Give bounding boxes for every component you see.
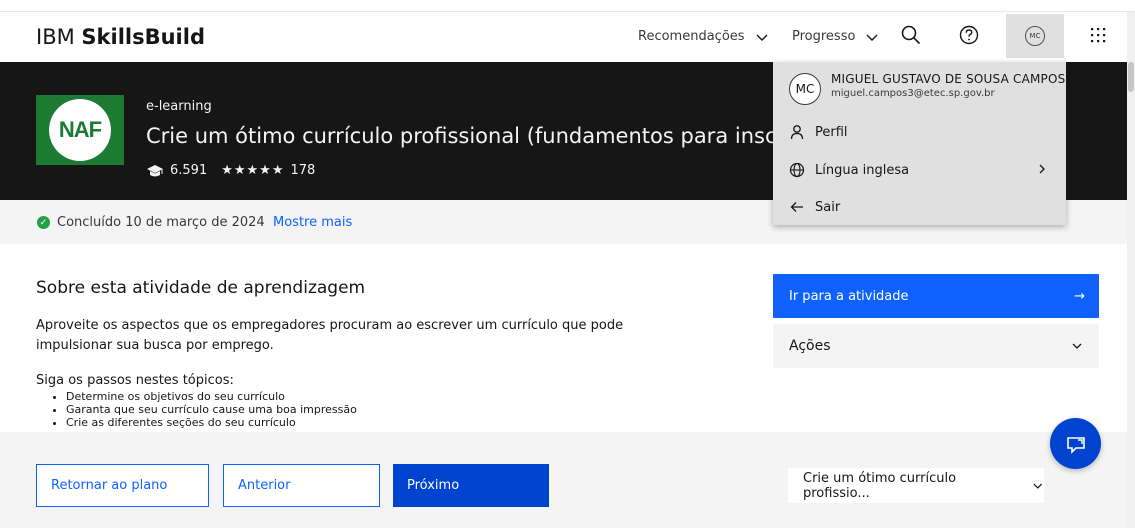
actions-dropdown[interactable]: Ações bbox=[773, 324, 1099, 368]
checkmark-icon: ✓ bbox=[37, 216, 50, 229]
previous-label: Anterior bbox=[238, 478, 291, 493]
next-button[interactable]: Próximo bbox=[393, 464, 549, 507]
chat-icon bbox=[1066, 436, 1085, 454]
brand-ibm: IBM bbox=[36, 25, 82, 49]
menu-item-language-label: Língua inglesa bbox=[815, 162, 910, 178]
chevron-right-icon bbox=[1039, 164, 1045, 174]
course-logo-circle: NAF bbox=[49, 99, 111, 161]
chevron-down-icon bbox=[756, 34, 768, 41]
nav-recomendacoes-label: Recomendações bbox=[638, 29, 745, 44]
profile-avatar: MC bbox=[789, 73, 821, 105]
chat-button[interactable] bbox=[1050, 418, 1101, 469]
about-heading: Sobre esta atividade de aprendizagem bbox=[36, 278, 366, 298]
search-icon[interactable] bbox=[900, 24, 922, 46]
course-select-value: Crie um ótimo currículo profissio... bbox=[803, 470, 957, 501]
course-title: Crie um ótimo currículo profissional (fu… bbox=[146, 124, 774, 148]
course-type: e-learning bbox=[146, 99, 212, 114]
menu-item-sair-label: Sair bbox=[815, 199, 841, 215]
app-switcher-icon[interactable] bbox=[1089, 26, 1107, 44]
profile-name: MIGUEL GUSTAVO DE SOUSA CAMPOS bbox=[831, 72, 1066, 86]
next-label: Próximo bbox=[407, 478, 460, 493]
arrow-left-icon bbox=[790, 202, 803, 212]
completion-date: Concluído 10 de março de 2024 bbox=[57, 215, 265, 230]
profile-email: miguel.campos3@etec.sp.gov.br bbox=[831, 88, 995, 99]
chevron-down-icon bbox=[1033, 483, 1043, 489]
list-item: Crie as diferentes seções do seu currícu… bbox=[66, 416, 357, 429]
go-to-activity-button[interactable]: Ir para a atividade → bbox=[773, 274, 1099, 318]
arrow-right-icon: → bbox=[1074, 288, 1085, 304]
graduation-cap-icon bbox=[147, 164, 163, 176]
course-meta: 6.591 ★★★★★ 178 bbox=[146, 163, 315, 178]
previous-button[interactable]: Anterior bbox=[223, 464, 380, 507]
chevron-down-icon bbox=[1072, 343, 1082, 349]
avatar-initials: MC bbox=[1025, 26, 1045, 46]
nav-recomendacoes[interactable]: Recomendações bbox=[638, 29, 769, 44]
brand-skillsbuild: SkillsBuild bbox=[81, 25, 205, 49]
chevron-down-icon bbox=[866, 34, 878, 41]
return-to-plan-label: Retornar ao plano bbox=[51, 478, 168, 493]
steps-heading: Siga os passos nestes tópicos: bbox=[36, 373, 234, 388]
user-icon bbox=[790, 125, 804, 140]
about-paragraph: Aproveite os aspectos que os empregadore… bbox=[36, 318, 624, 353]
menu-item-perfil[interactable]: Perfil bbox=[789, 124, 848, 140]
menu-item-perfil-label: Perfil bbox=[815, 124, 848, 140]
help-icon[interactable] bbox=[958, 24, 980, 46]
return-to-plan-button[interactable]: Retornar ao plano bbox=[36, 464, 209, 507]
brand-logo[interactable]: IBM SkillsBuild bbox=[36, 25, 205, 49]
show-more-link[interactable]: Mostre mais bbox=[273, 215, 352, 230]
menu-item-sair[interactable]: Sair bbox=[789, 199, 840, 215]
actions-label: Ações bbox=[789, 338, 831, 354]
scrollbar-thumb[interactable] bbox=[1128, 62, 1134, 92]
user-avatar-button[interactable]: MC bbox=[1006, 14, 1064, 58]
course-logo: NAF bbox=[36, 95, 124, 165]
course-select-dropdown[interactable]: Crie um ótimo currículo profissio... bbox=[788, 468, 1044, 503]
list-item: Determine os objetivos do seu currículo bbox=[66, 390, 357, 403]
menu-item-language[interactable]: Língua inglesa bbox=[789, 162, 909, 178]
list-item: Garanta que seu currículo cause uma boa … bbox=[66, 403, 357, 416]
steps-list: Determine os objetivos do seu currículo … bbox=[60, 390, 357, 429]
rating-stars: ★★★★★ bbox=[221, 163, 285, 178]
rating-count: 178 bbox=[290, 163, 316, 178]
course-logo-text: NAF bbox=[58, 117, 102, 142]
header-divider bbox=[0, 11, 1135, 12]
nav-progresso-label: Progresso bbox=[792, 29, 856, 44]
go-to-activity-label: Ir para a atividade bbox=[789, 288, 909, 304]
globe-icon bbox=[789, 162, 805, 178]
learner-count: 6.591 bbox=[170, 163, 208, 178]
nav-progresso[interactable]: Progresso bbox=[792, 29, 879, 44]
